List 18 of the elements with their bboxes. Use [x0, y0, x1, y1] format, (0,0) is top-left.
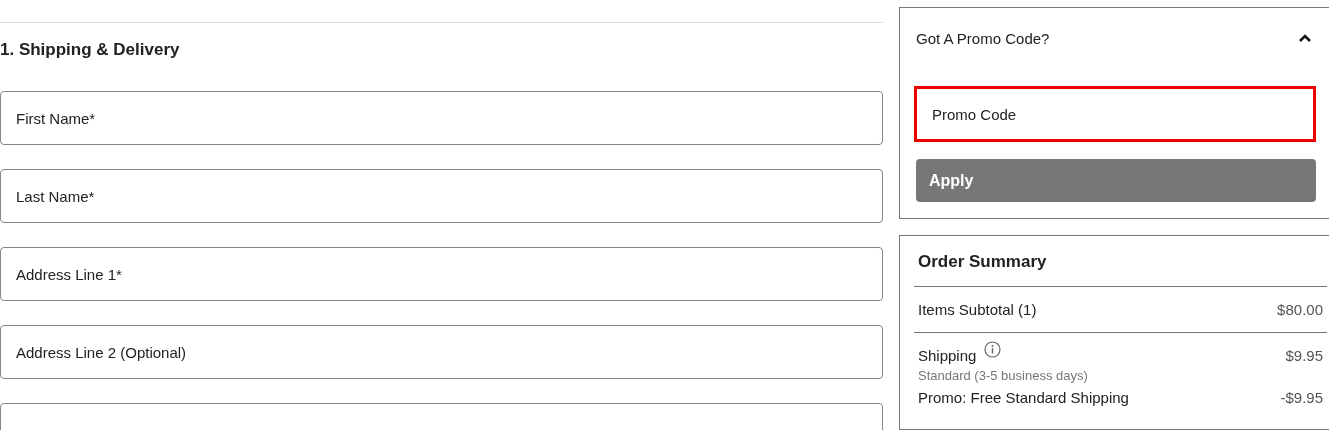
apply-button[interactable]: Apply — [916, 159, 1316, 202]
row-label: Items Subtotal (1) — [918, 301, 1037, 318]
section-heading: 1. Shipping & Delivery — [0, 40, 181, 60]
input-field[interactable]: Address Line 2 (Optional) — [0, 325, 883, 379]
info-icon[interactable] — [984, 341, 1002, 358]
row-amount: -$9.95 — [1280, 389, 1323, 406]
row-note: Standard (3-5 business days) — [918, 368, 1088, 383]
row-label: Shipping — [918, 347, 977, 364]
row-label: Promo: Free Standard Shipping — [918, 389, 1129, 406]
promo-code-field[interactable]: Promo Code — [914, 86, 1316, 142]
input-field[interactable]: First Name* — [0, 91, 883, 145]
input-field[interactable]: Address Line 1* — [0, 247, 883, 301]
summary-title: Order Summary — [918, 251, 1048, 273]
row-amount: $9.95 — [1285, 347, 1323, 366]
chevron-up-icon — [1298, 33, 1312, 43]
input-field[interactable]: Last Name* — [0, 169, 883, 223]
row-amount: $80.00 — [1277, 301, 1323, 318]
promo-toggle[interactable]: Got A Promo Code? — [900, 8, 1329, 68]
